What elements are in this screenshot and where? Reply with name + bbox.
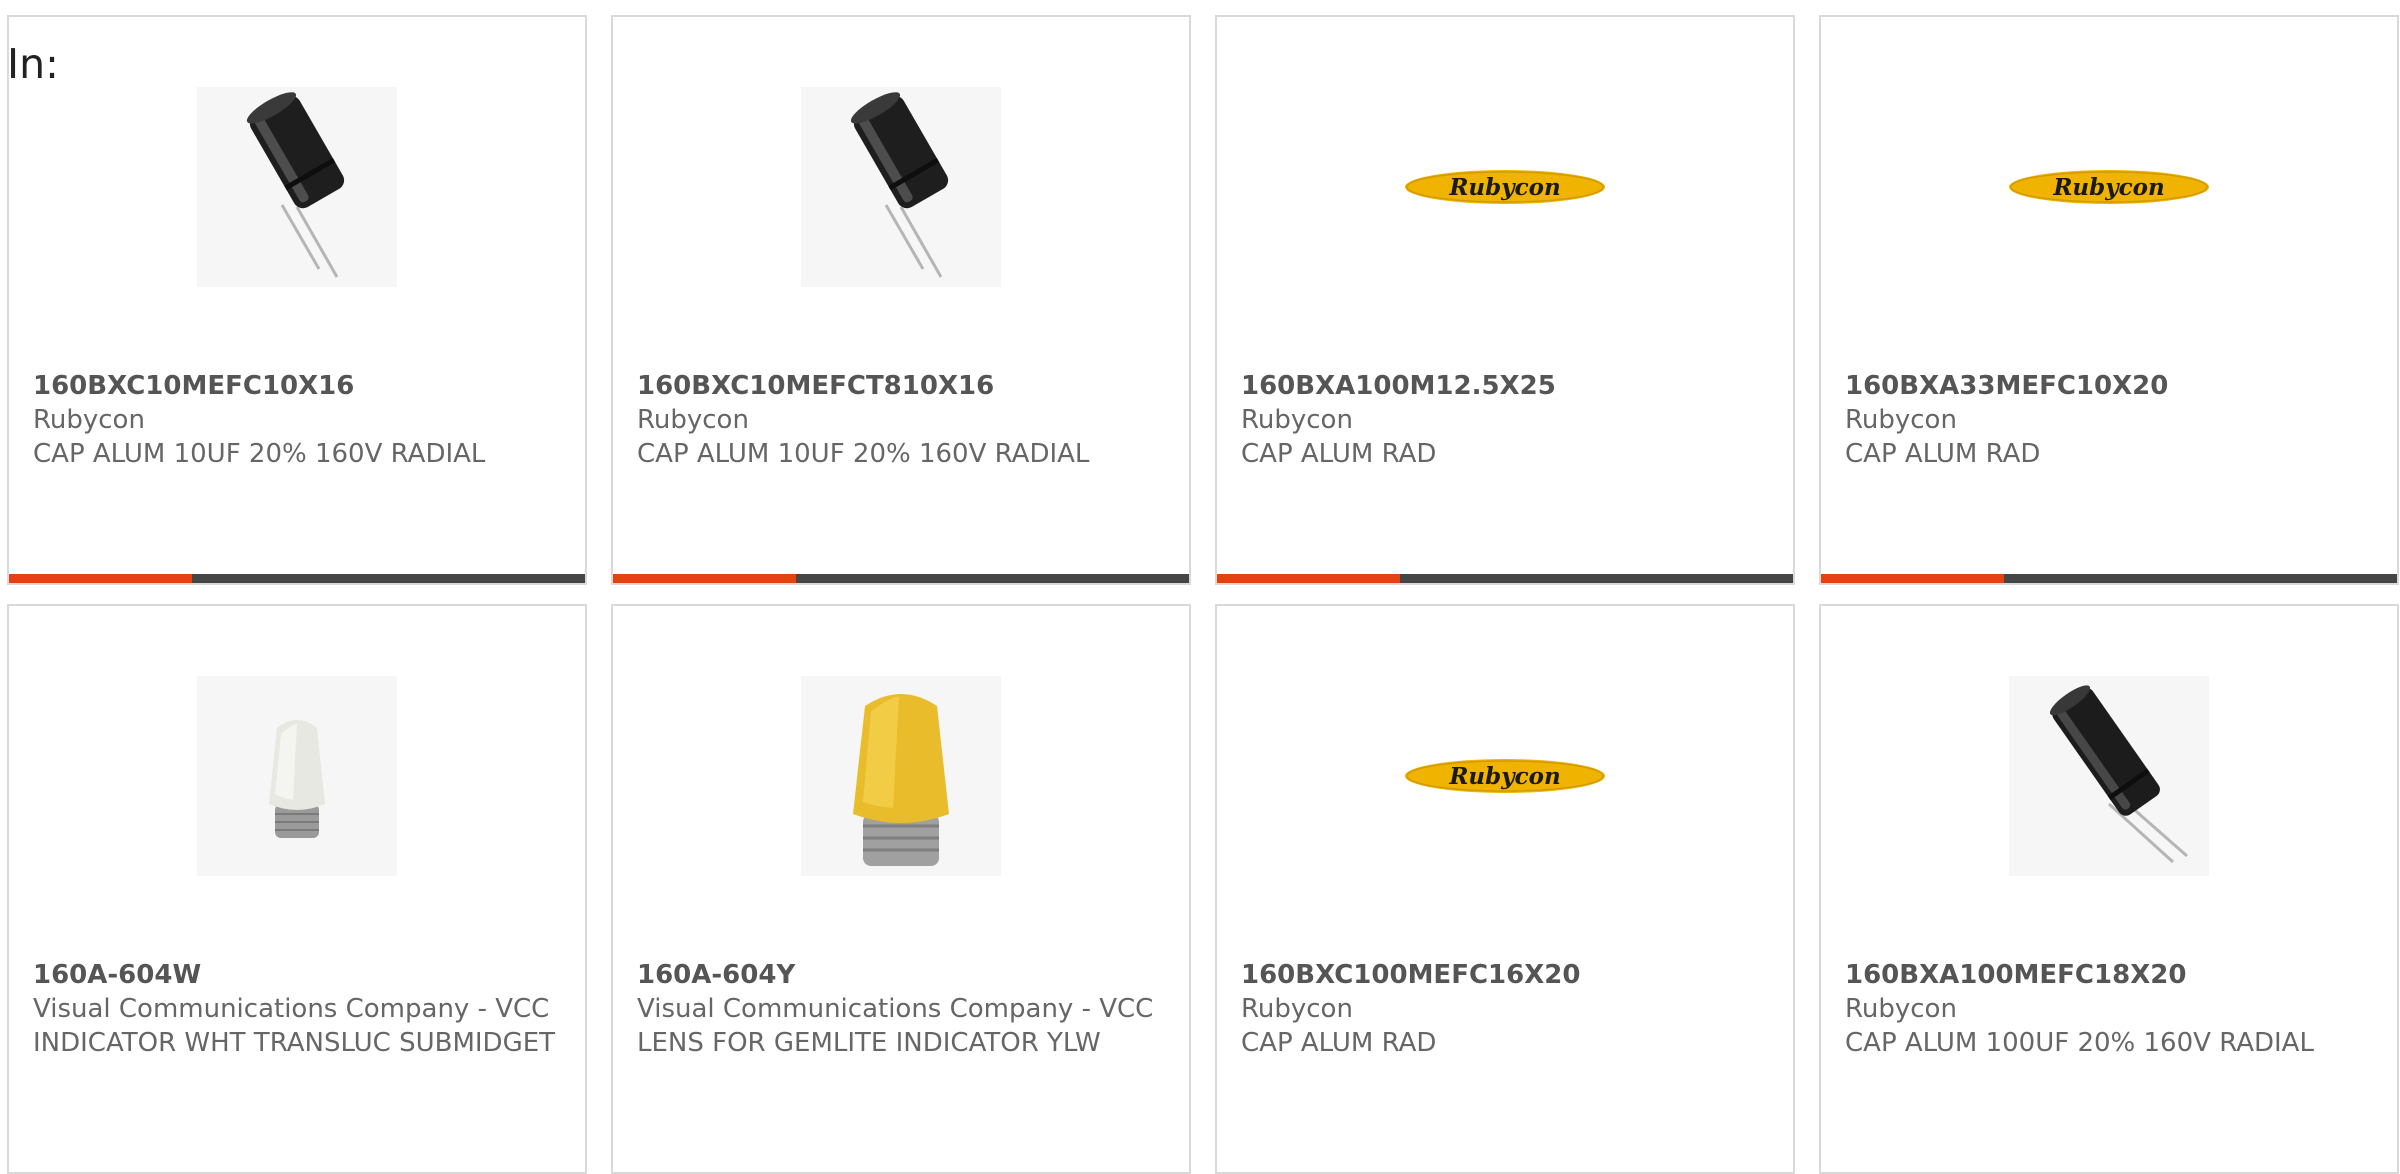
product-image <box>2009 676 2209 876</box>
product-card[interactable]: 160A-604W Visual Communications Company … <box>7 604 587 1174</box>
card-accent-bar <box>613 574 1189 583</box>
product-image: Rubycon <box>1405 87 1605 287</box>
card-accent-bar <box>9 574 585 583</box>
rubycon-logo-icon: Rubycon <box>1405 759 1605 793</box>
card-accent-bar <box>1217 574 1793 583</box>
product-card[interactable]: Rubycon 160BXC100MEFC16X20 Rubycon CAP A… <box>1215 604 1795 1174</box>
manufacturer: Rubycon <box>1845 405 1957 435</box>
part-number[interactable]: 160BXC100MEFC16X20 <box>1241 958 1769 992</box>
capacitor-icon <box>850 92 949 278</box>
product-image: Rubycon <box>1405 676 1605 876</box>
rubycon-logo-icon: Rubycon <box>2009 170 2209 204</box>
product-image <box>801 87 1001 287</box>
capacitor-icon <box>2049 685 2188 864</box>
manufacturer: Rubycon <box>33 405 145 435</box>
product-card[interactable]: Rubycon 160BXA33MEFC10X20 Rubycon CAP AL… <box>1819 15 2399 585</box>
product-image <box>197 87 397 287</box>
product-card[interactable]: 160BXC10MEFCT810X16 Rubycon CAP ALUM 10U… <box>611 15 1191 585</box>
part-number[interactable]: 160A-604Y <box>637 958 1165 992</box>
part-number[interactable]: 160BXA100M12.5X25 <box>1241 369 1769 403</box>
manufacturer: Rubycon <box>637 405 749 435</box>
description: CAP ALUM RAD <box>1241 439 1437 469</box>
description: LENS FOR GEMLITE INDICATOR YLW <box>637 1028 1101 1058</box>
manufacturer: Rubycon <box>1241 405 1353 435</box>
rubycon-logo-icon: Rubycon <box>1405 170 1605 204</box>
part-number[interactable]: 160BXC10MEFCT810X16 <box>637 369 1165 403</box>
in-label: In: <box>7 40 59 88</box>
product-image <box>801 676 1001 876</box>
product-image: Rubycon <box>2009 87 2209 287</box>
description: CAP ALUM 10UF 20% 160V RADIAL <box>33 439 486 469</box>
manufacturer: Rubycon <box>1241 994 1353 1024</box>
part-number[interactable]: 160A-604W <box>33 958 561 992</box>
indicator-lens-icon <box>269 720 325 838</box>
card-accent-bar <box>1821 574 2397 583</box>
description: CAP ALUM 100UF 20% 160V RADIAL <box>1845 1028 2314 1058</box>
indicator-lens-icon <box>853 694 949 866</box>
part-number[interactable]: 160BXA100MEFC18X20 <box>1845 958 2373 992</box>
part-number[interactable]: 160BXA33MEFC10X20 <box>1845 369 2373 403</box>
svg-text:Rubycon: Rubycon <box>2052 174 2164 201</box>
description: CAP ALUM RAD <box>1241 1028 1437 1058</box>
product-card[interactable]: Rubycon 160BXA100M12.5X25 Rubycon CAP AL… <box>1215 15 1795 585</box>
svg-text:Rubycon: Rubycon <box>1448 763 1560 790</box>
manufacturer: Visual Communications Company - VCC <box>637 994 1154 1024</box>
product-card[interactable]: 160BXC10MEFC10X16 Rubycon CAP ALUM 10UF … <box>7 15 587 585</box>
description: CAP ALUM 10UF 20% 160V RADIAL <box>637 439 1090 469</box>
description: INDICATOR WHT TRANSLUC SUBMIDGET <box>33 1028 556 1058</box>
capacitor-icon <box>246 92 345 278</box>
product-card[interactable]: 160BXA100MEFC18X20 Rubycon CAP ALUM 100U… <box>1819 604 2399 1174</box>
manufacturer: Rubycon <box>1845 994 1957 1024</box>
product-card[interactable]: 160A-604Y Visual Communications Company … <box>611 604 1191 1174</box>
description: CAP ALUM RAD <box>1845 439 2041 469</box>
product-image <box>197 676 397 876</box>
manufacturer: Visual Communications Company - VCC <box>33 994 550 1024</box>
part-number[interactable]: 160BXC10MEFC10X16 <box>33 369 561 403</box>
svg-text:Rubycon: Rubycon <box>1448 174 1560 201</box>
